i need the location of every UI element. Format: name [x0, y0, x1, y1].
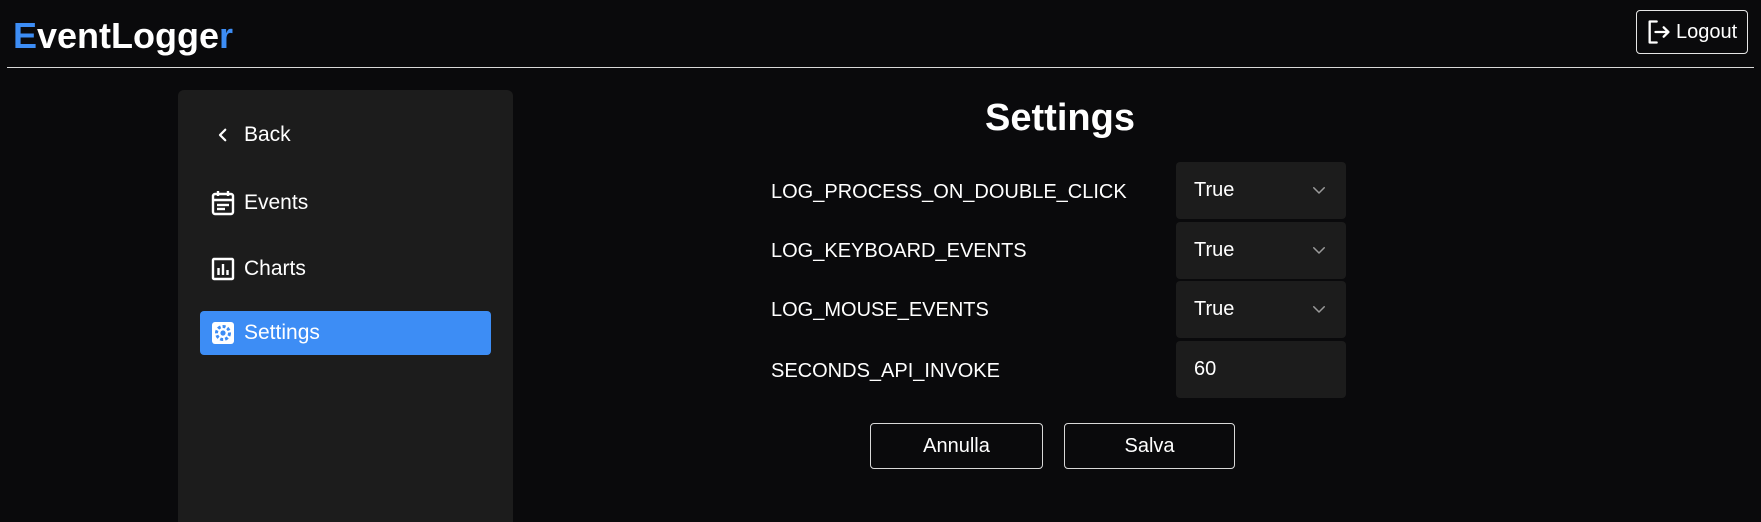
- sidebar-item-events[interactable]: Events: [200, 181, 491, 225]
- seconds-api-invoke-input[interactable]: [1194, 358, 1314, 381]
- app-logo: EventLogger: [13, 10, 233, 62]
- chevron-down-icon: [1313, 306, 1325, 313]
- log-keyboard-events-select[interactable]: True: [1176, 222, 1346, 279]
- logo-first-letter: E: [13, 15, 38, 56]
- select-value: True: [1194, 239, 1235, 261]
- sidebar-item-settings[interactable]: Settings: [200, 311, 491, 355]
- select-value: True: [1194, 298, 1235, 320]
- seconds-api-invoke-field[interactable]: [1176, 341, 1346, 398]
- calendar-icon: [210, 190, 236, 216]
- setting-label-log-mouse-events: LOG_MOUSE_EVENTS: [771, 299, 989, 321]
- chevron-down-icon: [1313, 187, 1325, 194]
- log-mouse-events-select[interactable]: True: [1176, 281, 1346, 338]
- app-root: EventLogger Logout Back Events Charts Se…: [0, 0, 1761, 522]
- sidebar-item-label: Settings: [244, 321, 320, 344]
- page-title: Settings: [985, 97, 1135, 139]
- gear-icon: [210, 320, 236, 346]
- logo-last-letter: r: [219, 15, 234, 56]
- save-button[interactable]: Salva: [1064, 423, 1235, 469]
- log-process-on-double-click-select[interactable]: True: [1176, 162, 1346, 219]
- sidebar-item-back[interactable]: Back: [200, 113, 491, 157]
- sidebar-item-label: Charts: [244, 257, 306, 280]
- logo-middle: ventLogge: [37, 15, 220, 56]
- sidebar-item-label: Events: [244, 191, 309, 214]
- chevron-down-icon: [1313, 247, 1325, 254]
- sidebar-item-label: Back: [244, 123, 291, 146]
- logout-label: Logout: [1676, 20, 1738, 43]
- header: EventLogger Logout: [0, 0, 1761, 68]
- setting-label-log-keyboard-events: LOG_KEYBOARD_EVENTS: [771, 240, 1027, 262]
- logout-button[interactable]: Logout: [1636, 10, 1748, 54]
- logout-icon: [1645, 18, 1673, 46]
- bar-chart-icon: [210, 256, 236, 282]
- sidebar-item-charts[interactable]: Charts: [200, 247, 491, 291]
- cancel-button[interactable]: Annulla: [870, 423, 1043, 469]
- setting-label-log-process-on-double-click: LOG_PROCESS_ON_DOUBLE_CLICK: [771, 181, 1127, 203]
- setting-label-seconds-api-invoke: SECONDS_API_INVOKE: [771, 360, 1000, 382]
- select-value: True: [1194, 179, 1235, 201]
- header-divider: [7, 67, 1754, 68]
- sidebar: Back Events Charts Settings: [178, 90, 513, 522]
- chevron-left-icon: [210, 122, 236, 148]
